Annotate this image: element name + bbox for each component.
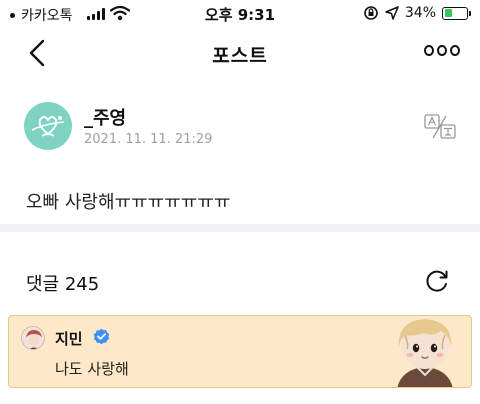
- post-author[interactable]: _주영: [84, 104, 126, 130]
- status-right: 34%: [363, 5, 471, 21]
- comment-avatar[interactable]: [21, 326, 45, 350]
- battery-icon: [442, 6, 471, 20]
- avatar-art-icon: [31, 116, 65, 137]
- battery-fill: [444, 9, 452, 17]
- refresh-icon[interactable]: [424, 268, 450, 294]
- avatar[interactable]: [24, 102, 72, 150]
- status-bar: 카카오톡 오후 9:31 34%: [0, 0, 480, 28]
- verified-badge-icon: [93, 328, 110, 345]
- comment-text: 나도 사랑해: [55, 360, 129, 378]
- more-icon[interactable]: [424, 45, 460, 61]
- character-sticker-icon: [397, 319, 453, 387]
- comment-author[interactable]: 지민: [55, 328, 83, 349]
- translate-icon[interactable]: [424, 114, 456, 140]
- orientation-lock-icon: [364, 6, 378, 20]
- post-content: 오빠 사랑해ㅠㅠㅠㅠㅠㅠㅠ: [26, 192, 231, 213]
- section-divider: [0, 224, 480, 232]
- page-title: 포스트: [212, 45, 268, 67]
- comments-count: 댓글 245: [26, 274, 100, 295]
- post: _주영 2021. 11. 11. 21:29 오빠 사랑해ㅠㅠㅠㅠㅠㅠㅠ: [0, 80, 480, 220]
- comment-card[interactable]: 지민 나도 사랑해: [8, 315, 472, 388]
- location-icon: [385, 6, 399, 20]
- battery-percent: 34%: [404, 5, 436, 21]
- post-date: 2021. 11. 11. 21:29: [84, 132, 213, 147]
- nav-bar: 포스트: [0, 28, 480, 78]
- comment-avatar-art-icon: [22, 327, 44, 349]
